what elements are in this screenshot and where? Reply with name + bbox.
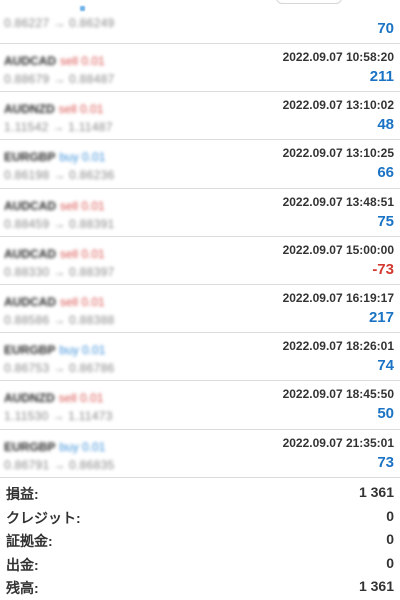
trade-prices: 0.86198 → 0.86236: [4, 168, 115, 183]
summary-row-deposit: 証拠金: 0: [0, 529, 400, 553]
credit-value: 0: [386, 507, 394, 524]
trade-row[interactable]: AUDNZD sell 0.01 1.11542 → 1.11487 2022.0…: [0, 92, 400, 141]
balance-value: 1 361: [358, 578, 394, 594]
trade-time: 2022.09.07 13:10:25: [282, 146, 394, 161]
credit-label: クレジット:: [6, 509, 81, 526]
summary-row-withdrawal: 出金: 0: [0, 553, 400, 577]
trade-symbol: AUDNZD: [4, 102, 55, 117]
scroll-indicator: [80, 6, 85, 11]
trade-direction: buy 0.01: [59, 343, 106, 358]
summary-row-profit: 損益: 1 361: [0, 482, 400, 506]
trade-row[interactable]: 0.86227 → 0.86249 70: [0, 0, 400, 44]
trade-prices: 0.86227 → 0.86249: [4, 16, 115, 30]
trade-row[interactable]: AUDNZD sell 0.01 1.11530 → 1.11473 2022.0…: [0, 381, 400, 430]
deposit-label: 証拠金:: [6, 533, 53, 549]
trade-row[interactable]: AUDCAD sell 0.01 0.88586 → 0.88388 2022.0…: [0, 285, 400, 334]
trade-prices: 0.88330 → 0.88397: [4, 264, 115, 279]
trade-profit: 75: [377, 212, 394, 230]
trade-row[interactable]: AUDCAD sell 0.01 0.88679 → 0.88487 2022.0…: [0, 44, 400, 93]
trade-symbol: AUDCAD: [4, 294, 56, 309]
withdrawal-label: 出金:: [6, 556, 39, 573]
account-summary: 損益: 1 361 クレジット: 0 証拠金: 0 出金: 0 残高: 1 36…: [0, 482, 400, 600]
trade-symbol: EURGBP: [4, 439, 56, 454]
trade-row[interactable]: AUDCAD sell 0.01 0.88330 → 0.88397 2022.0…: [0, 237, 400, 285]
trade-time: 2022.09.07 13:10:02: [282, 98, 394, 113]
trade-instrument: AUDNZD sell 0.01: [4, 100, 103, 118]
trade-time: 2022.09.07 13:48:51: [282, 194, 394, 209]
trade-prices: 0.88586 → 0.88388: [4, 312, 115, 327]
trade-time: 2022.09.07 15:00:00: [282, 242, 394, 257]
trade-direction: sell 0.01: [60, 54, 105, 68]
trade-time: 2022.09.07 18:26:01: [282, 339, 394, 354]
trade-symbol: EURGBP: [4, 150, 56, 165]
trade-instrument: AUDCAD sell 0.01: [4, 52, 105, 70]
trade-history-list: 0.86227 → 0.86249 70 AUDCAD sell 0.01 0.8…: [0, 0, 400, 478]
trade-profit: 74: [377, 357, 394, 375]
trade-direction: sell 0.01: [60, 294, 105, 309]
trade-direction: buy 0.01: [59, 439, 106, 454]
trade-prices: 1.11530 → 1.11473: [4, 409, 113, 424]
trade-direction: sell 0.01: [58, 391, 104, 406]
trade-instrument: AUDCAD sell 0.01: [4, 245, 105, 263]
trade-profit: 217: [368, 308, 394, 326]
trade-row[interactable]: EURGBP buy 0.01 0.86198 → 0.86236 2022.09…: [0, 140, 400, 189]
trade-instrument: EURGBP buy 0.01: [4, 148, 105, 166]
trade-profit: -73: [372, 260, 394, 278]
trade-instrument: EURGBP buy 0.01: [4, 438, 105, 456]
trade-time: 2022.09.07 21:35:01: [282, 435, 394, 450]
trade-prices: 0.86791 → 0.86835: [4, 457, 115, 472]
trade-prices: 1.11542 → 1.11487: [4, 120, 113, 135]
trade-symbol: AUDCAD: [4, 54, 56, 68]
trade-direction: sell 0.01: [60, 246, 105, 261]
trade-instrument: AUDCAD sell 0.01: [4, 293, 105, 311]
trade-instrument: EURGBP buy 0.01: [4, 341, 105, 359]
trade-profit: 66: [377, 164, 394, 182]
trade-instrument: AUDNZD sell 0.01: [4, 389, 103, 407]
trade-time: 2022.09.07 10:58:20: [282, 50, 394, 64]
summary-row-balance: 残高: 1 361: [0, 576, 400, 600]
trade-prices: 0.86753 → 0.86786: [4, 361, 115, 376]
trade-direction: sell 0.01: [58, 102, 104, 117]
profit-label: 損益:: [6, 486, 39, 502]
balance-label: 残高:: [6, 580, 39, 596]
trade-time: 2022.09.07 16:19:17: [282, 290, 394, 305]
withdrawal-value: 0: [386, 554, 394, 571]
trade-profit: 73: [377, 453, 394, 471]
trade-symbol: AUDCAD: [4, 198, 56, 213]
trade-row[interactable]: EURGBP buy 0.01 0.86753 → 0.86786 2022.09…: [0, 333, 400, 382]
trade-instrument: AUDCAD sell 0.01: [4, 197, 105, 215]
trade-direction: sell 0.01: [60, 198, 105, 213]
trade-symbol: AUDNZD: [4, 391, 55, 406]
trade-profit: 48: [377, 116, 394, 134]
trade-profit: 70: [377, 20, 394, 37]
trade-profit: 50: [377, 405, 394, 423]
trade-prices: 0.88459 → 0.88391: [4, 216, 115, 231]
trade-row[interactable]: EURGBP buy 0.01 0.86791 → 0.86835 2022.09…: [0, 430, 400, 478]
profit-value: 1 361: [358, 484, 394, 500]
trade-symbol: EURGBP: [4, 343, 56, 358]
trade-direction: buy 0.01: [59, 150, 106, 165]
trade-symbol: AUDCAD: [4, 246, 56, 261]
summary-row-credit: クレジット: 0: [0, 506, 400, 530]
trade-row[interactable]: AUDCAD sell 0.01 0.88459 → 0.88391 2022.0…: [0, 189, 400, 237]
deposit-value: 0: [386, 531, 394, 547]
trade-profit: 211: [369, 68, 394, 85]
trade-prices: 0.88679 → 0.88487: [4, 72, 115, 86]
trade-time: 2022.09.07 18:45:50: [282, 387, 394, 402]
